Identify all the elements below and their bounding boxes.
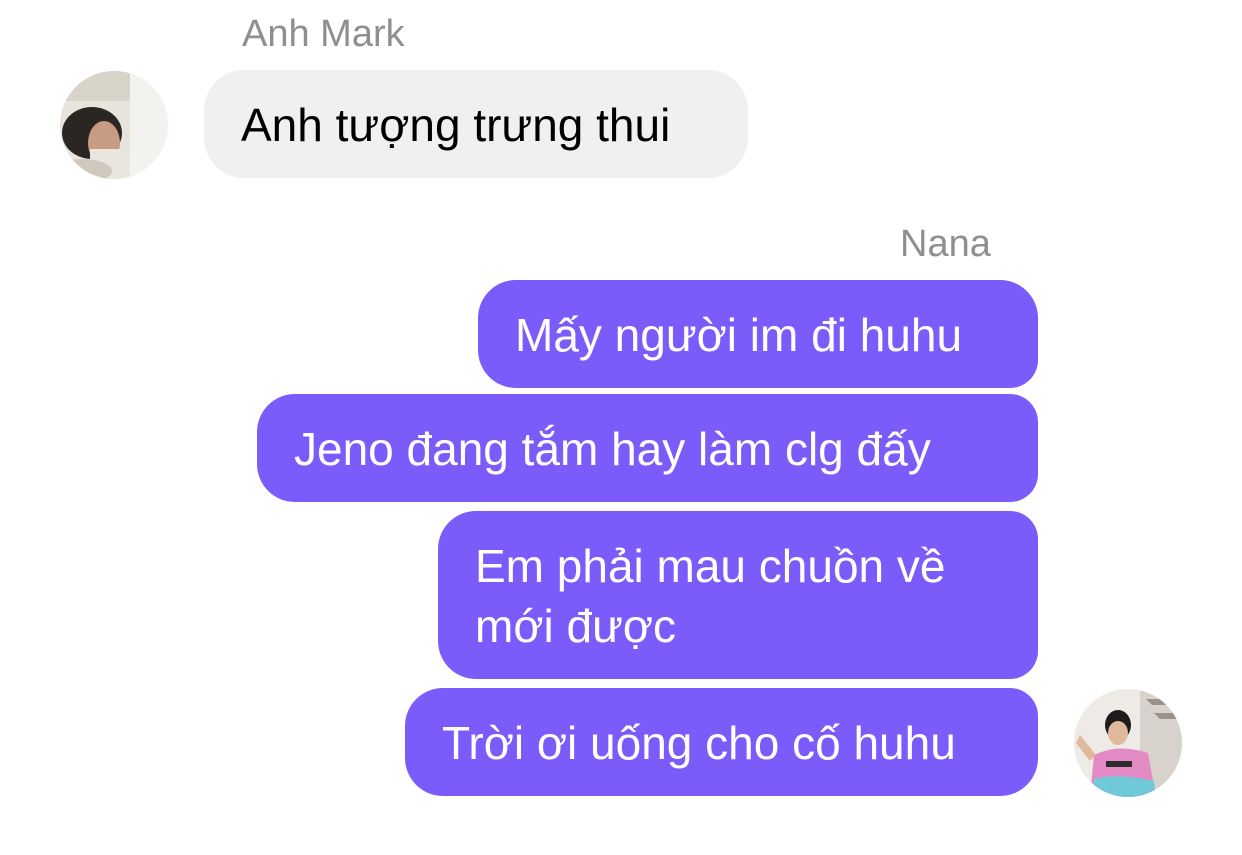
- outgoing-message-bubble[interactable]: Jeno đang tắm hay làm clg đấy: [257, 394, 1038, 502]
- avatar-photo-icon: [1074, 689, 1182, 797]
- message-text: Jeno đang tắm hay làm clg đấy: [294, 423, 931, 475]
- incoming-avatar[interactable]: [60, 71, 168, 179]
- message-text: Mấy người im đi huhu: [515, 309, 963, 361]
- outgoing-message-bubble[interactable]: Em phải mau chuồn về mới được: [438, 511, 1038, 679]
- avatar-photo-icon: [60, 71, 168, 179]
- outgoing-avatar[interactable]: [1074, 689, 1182, 797]
- outgoing-message-bubble[interactable]: Mấy người im đi huhu: [478, 280, 1038, 388]
- message-text: Anh tượng trưng thui: [241, 99, 671, 151]
- incoming-sender-name: Anh Mark: [242, 13, 405, 55]
- chat-thread[interactable]: Anh Mark Anh tượng trưng thui Nana Mấy n…: [0, 0, 1242, 855]
- message-text: Em phải mau chuồn về mới được: [475, 540, 946, 652]
- message-text: Trời ơi uống cho cố huhu: [442, 717, 956, 769]
- incoming-message-bubble[interactable]: Anh tượng trưng thui: [204, 70, 748, 178]
- outgoing-sender-name: Nana: [900, 223, 991, 265]
- outgoing-message-bubble[interactable]: Trời ơi uống cho cố huhu: [405, 688, 1038, 796]
